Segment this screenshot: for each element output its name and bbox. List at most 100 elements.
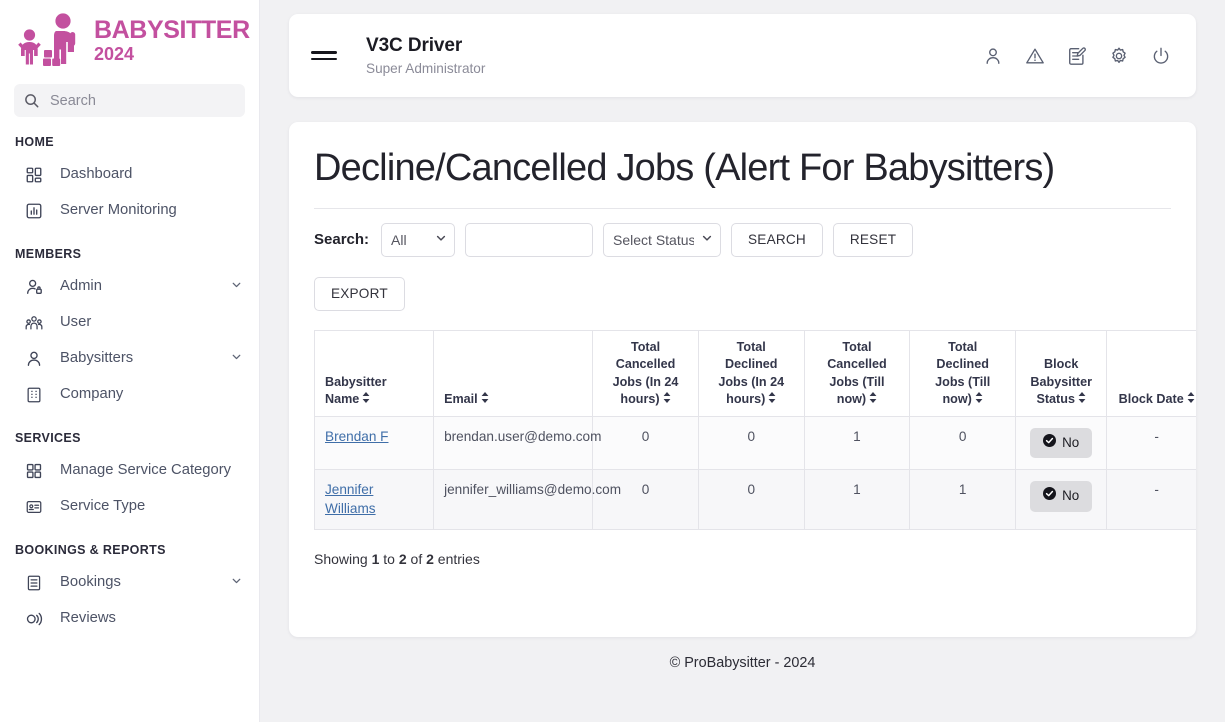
status-select[interactable]: Select Status — [603, 223, 721, 257]
cell-declined-total: 0 — [910, 417, 1016, 470]
babysitter-name-link[interactable]: Jennifer Williams — [325, 482, 376, 515]
search-text-input[interactable] — [465, 223, 593, 257]
id-card-icon — [24, 497, 44, 517]
sidebar-item-label: Admin — [60, 277, 224, 297]
grid-squares-icon — [24, 461, 44, 481]
cell-cancelled-total: 1 — [804, 470, 910, 530]
table-header-row: Babysitter Name Email Total Cancelled Jo… — [315, 330, 1197, 417]
cell-babysitter-name: Brendan F — [315, 417, 434, 470]
topbar: V3C Driver Super Administrator — [289, 14, 1196, 97]
th-label: Block Date — [1119, 392, 1184, 406]
chevron-down-icon[interactable] — [230, 574, 243, 592]
chevron-down-icon[interactable] — [230, 350, 243, 368]
entries-mid2: of — [407, 551, 426, 567]
sidebar-search[interactable] — [14, 84, 245, 117]
sidebar-item-label: Company — [60, 385, 243, 405]
sidebar-item-service-type[interactable]: Service Type — [0, 489, 259, 525]
data-table: Babysitter Name Email Total Cancelled Jo… — [314, 330, 1196, 530]
sidebar-item-label: Reviews — [60, 609, 243, 629]
sidebar-item-manage-service-category[interactable]: Manage Service Category — [0, 453, 259, 489]
cell-declined-24h: 0 — [698, 417, 804, 470]
block-status-label: No — [1062, 487, 1079, 505]
sort-icon — [869, 391, 877, 408]
search-label: Search: — [314, 231, 369, 248]
th-email[interactable]: Email — [434, 330, 593, 417]
sidebar-item-babysitters[interactable]: Babysitters — [0, 341, 259, 377]
parent-child-blocks-icon — [14, 12, 92, 68]
sidebar-item-user[interactable]: User — [0, 305, 259, 341]
th-total-cancelled-24h[interactable]: Total Cancelled Jobs (In 24 hours) — [593, 330, 699, 417]
sidebar-item-admin[interactable]: Admin — [0, 269, 259, 305]
th-label: Total Cancelled Jobs (Till now) — [827, 340, 887, 406]
export-button[interactable]: EXPORT — [314, 277, 405, 311]
search-input[interactable] — [48, 92, 235, 110]
cell-block-status: No — [1016, 417, 1107, 470]
sidebar-item-label: Service Type — [60, 497, 243, 517]
filter-bar: Search: All Select Status — [314, 223, 1171, 257]
search-scope-select[interactable]: All — [381, 223, 455, 257]
alert-triangle-icon[interactable] — [1025, 46, 1045, 66]
page-title: Decline/Cancelled Jobs (Alert For Babysi… — [314, 148, 1171, 209]
sidebar-item-label: User — [60, 313, 243, 333]
sort-icon — [768, 391, 776, 408]
list-document-icon — [24, 573, 44, 593]
user-icon — [24, 349, 44, 369]
th-total-declined-till-now[interactable]: Total Declined Jobs (Till now) — [910, 330, 1016, 417]
settings-gear-icon[interactable] — [1109, 46, 1129, 66]
sidebar-item-dashboard[interactable]: Dashboard — [0, 157, 259, 193]
brand-logo[interactable]: BABYSITTER 2024 — [0, 0, 259, 80]
sort-icon — [481, 391, 489, 408]
sidebar-item-label: Manage Service Category — [60, 461, 243, 481]
app-root: BABYSITTER 2024 HOME Dashboard — [0, 0, 1225, 722]
table-row: Jennifer Williams jennifer_williams@demo… — [315, 470, 1197, 530]
cell-block-date: - — [1107, 470, 1196, 530]
sidebar-item-server-monitoring[interactable]: Server Monitoring — [0, 193, 259, 229]
reset-button[interactable]: RESET — [833, 223, 913, 257]
power-logout-icon[interactable] — [1151, 46, 1171, 66]
cell-cancelled-24h: 0 — [593, 417, 699, 470]
edit-document-icon[interactable] — [1067, 46, 1087, 66]
sort-icon — [1078, 391, 1086, 408]
entries-total: 2 — [426, 551, 434, 567]
user-lock-icon — [24, 277, 44, 297]
th-babysitter-name[interactable]: Babysitter Name — [315, 330, 434, 417]
sort-icon — [663, 391, 671, 408]
content-card: Decline/Cancelled Jobs (Alert For Babysi… — [289, 122, 1196, 637]
block-status-badge[interactable]: No — [1030, 481, 1092, 511]
sort-icon — [362, 391, 370, 408]
sidebar: BABYSITTER 2024 HOME Dashboard — [0, 0, 260, 722]
sidebar-item-label: Babysitters — [60, 349, 224, 369]
sort-icon — [1187, 391, 1195, 408]
dashboard-grid-icon — [24, 165, 44, 185]
table-row: Brendan F brendan.user@demo.com 0 0 1 0 … — [315, 417, 1197, 470]
sidebar-item-reviews[interactable]: Reviews — [0, 601, 259, 637]
th-total-cancelled-till-now[interactable]: Total Cancelled Jobs (Till now) — [804, 330, 910, 417]
cell-block-status: No — [1016, 470, 1107, 530]
search-button[interactable]: SEARCH — [731, 223, 823, 257]
cell-cancelled-24h: 0 — [593, 470, 699, 530]
th-block-babysitter-status[interactable]: Block Babysitter Status — [1016, 330, 1107, 417]
sidebar-item-company[interactable]: Company — [0, 377, 259, 413]
table-entries-info: Showing 1 to 2 of 2 entries — [314, 551, 1171, 567]
footer: © ProBabysitter - 2024 — [289, 637, 1196, 671]
hamburger-menu-icon[interactable] — [311, 41, 337, 70]
cell-block-date: - — [1107, 417, 1196, 470]
babysitter-name-link[interactable]: Brendan F — [325, 429, 388, 444]
chevron-down-icon[interactable] — [230, 278, 243, 296]
cell-email: brendan.user@demo.com — [434, 417, 593, 470]
table-head: Babysitter Name Email Total Cancelled Jo… — [315, 330, 1197, 417]
sidebar-item-bookings[interactable]: Bookings — [0, 565, 259, 601]
bar-chart-box-icon — [24, 201, 44, 221]
table-body: Brendan F brendan.user@demo.com 0 0 1 0 … — [315, 417, 1197, 530]
cell-declined-total: 1 — [910, 470, 1016, 530]
th-block-date[interactable]: Block Date — [1107, 330, 1196, 417]
topbar-subtitle: Super Administrator — [366, 61, 485, 76]
entries-prefix: Showing — [314, 551, 372, 567]
brand-text: BABYSITTER 2024 — [94, 18, 250, 63]
search-icon — [24, 93, 39, 108]
th-total-declined-24h[interactable]: Total Declined Jobs (In 24 hours) — [698, 330, 804, 417]
cell-declined-24h: 0 — [698, 470, 804, 530]
profile-icon[interactable] — [983, 46, 1003, 66]
sidebar-item-label: Bookings — [60, 573, 224, 593]
block-status-badge[interactable]: No — [1030, 428, 1092, 458]
